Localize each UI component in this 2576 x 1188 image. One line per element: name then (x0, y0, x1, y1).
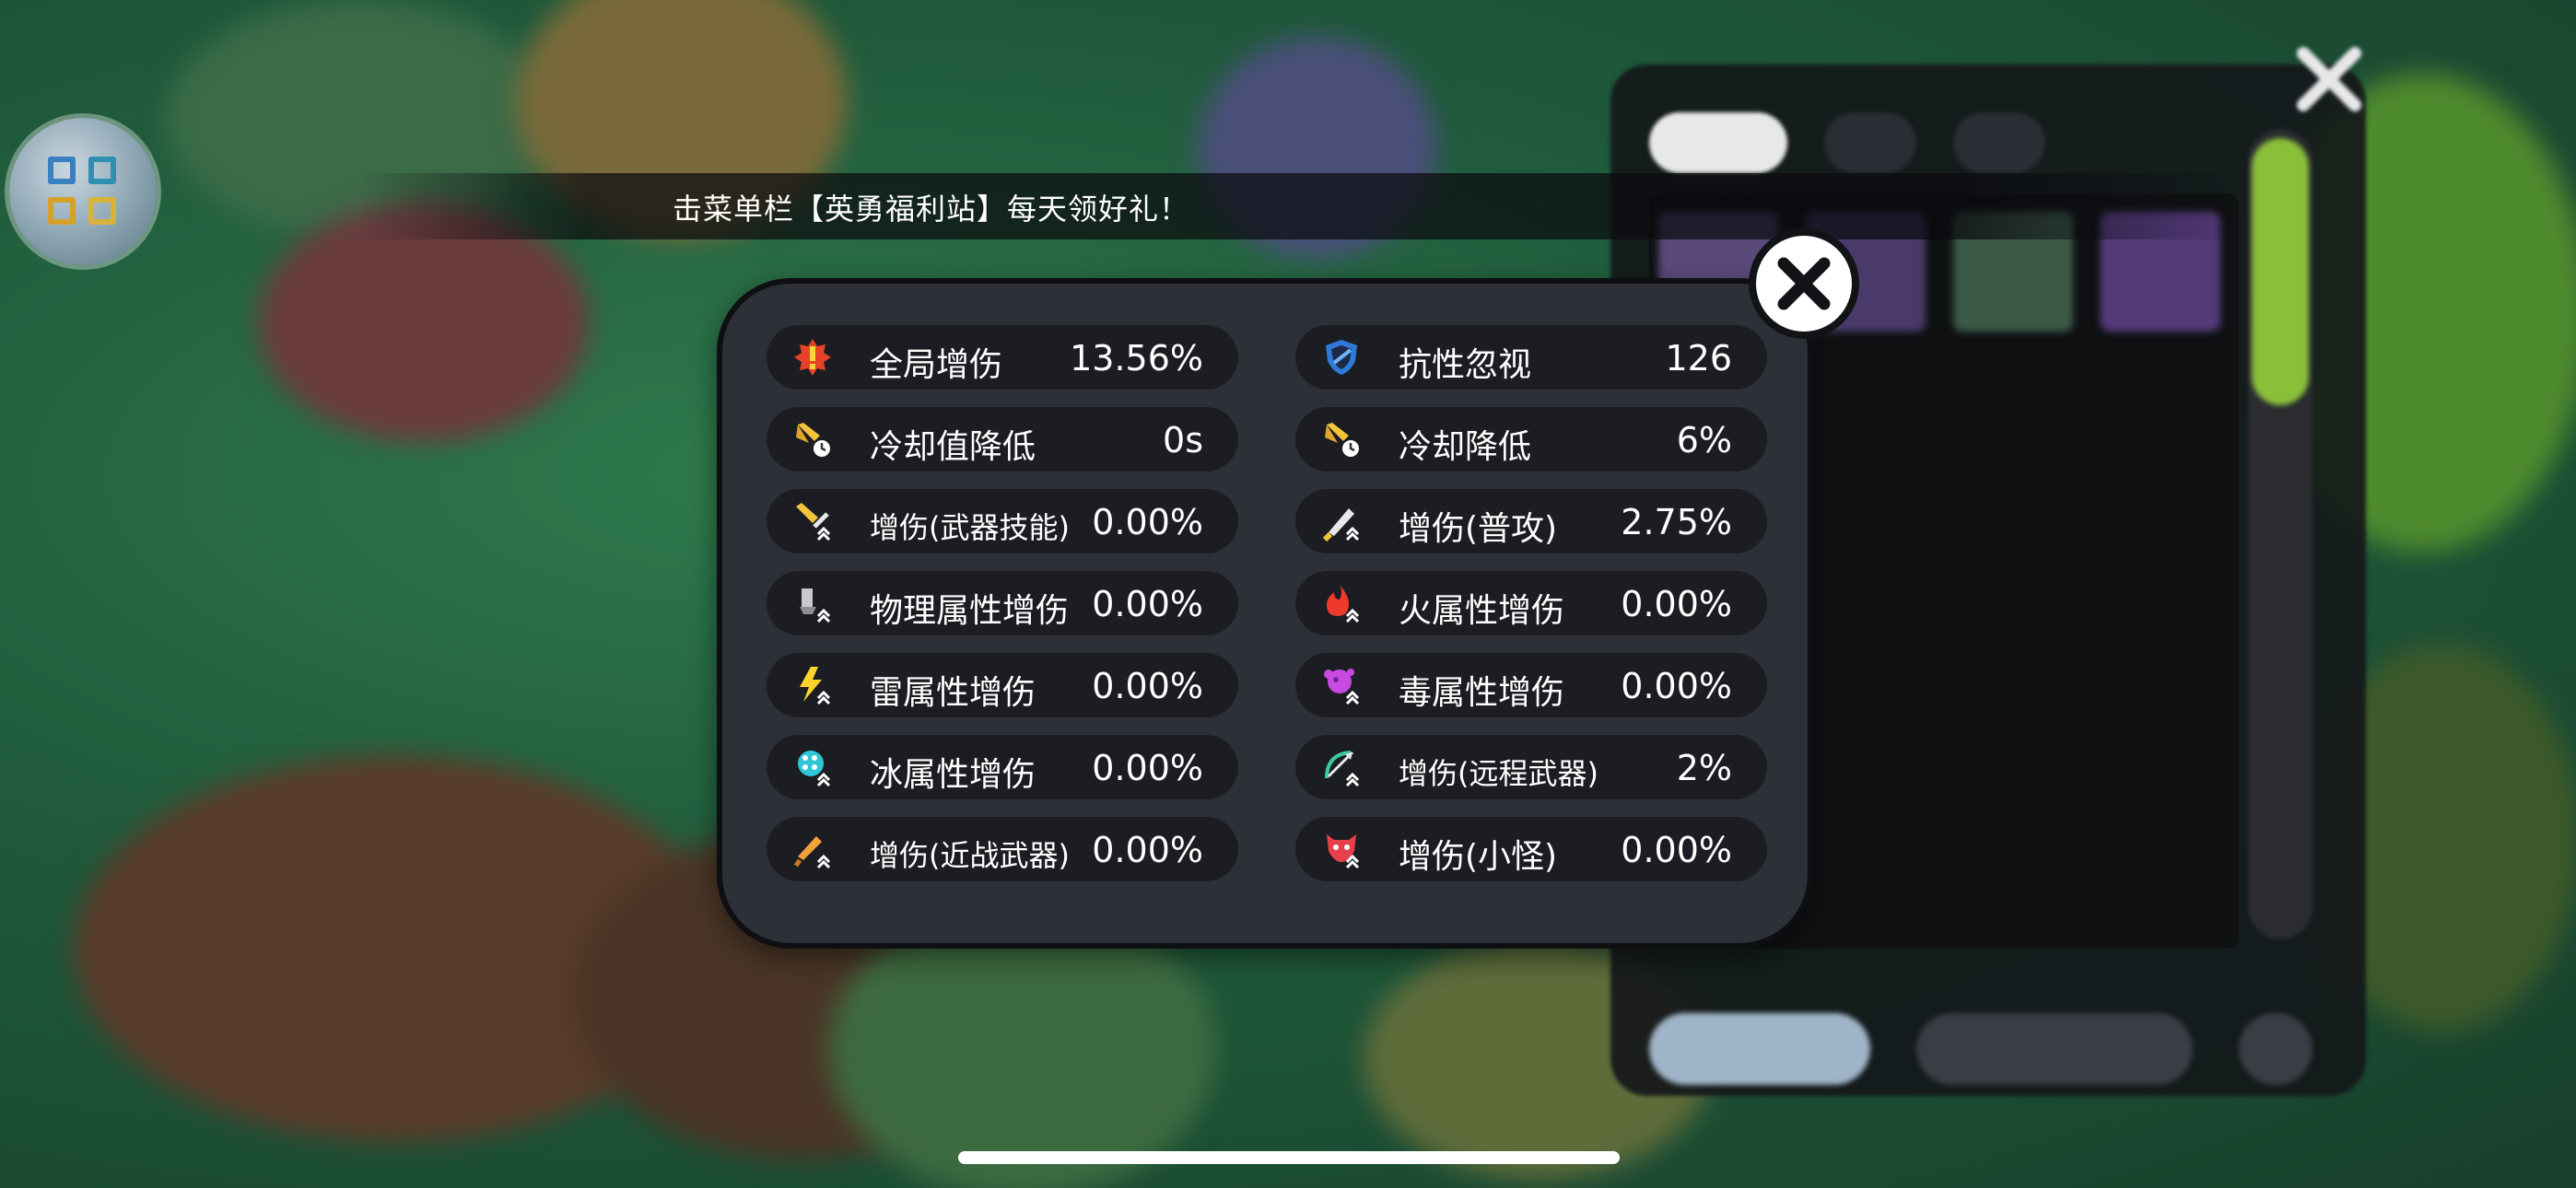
panel-close-icon[interactable] (2283, 33, 2375, 125)
stat-row: 增伤(远程武器) 2% (1295, 735, 1767, 799)
stat-row: 雷属性增伤 0.00% (767, 653, 1238, 717)
stat-value: 0s (1163, 420, 1203, 460)
stat-label: 增伤(小怪) (1399, 838, 1558, 876)
stat-label: 冰属性增伤 (870, 756, 1036, 794)
stat-label: 全局增伤 (870, 346, 1003, 384)
stat-row: 冰属性增伤 0.00% (767, 735, 1238, 799)
stat-value: 0.00% (1092, 502, 1203, 542)
stat-row: 冷却值降低 0s (767, 407, 1238, 472)
inventory-tabbar (1649, 101, 2239, 184)
stat-value: 0.00% (1092, 584, 1203, 624)
stat-row: 毒属性增伤 0.00% (1295, 653, 1767, 717)
stats-popup: 全局增伤 13.56% 冷却值降低 0s 增伤(武器技能) 0.00% 物理属性… (717, 278, 1813, 949)
poison-icon (1324, 669, 1360, 705)
stat-row: 抗性忽视 126 (1295, 325, 1767, 390)
stat-row: 增伤(近战武器) 0.00% (767, 817, 1238, 881)
stat-label: 增伤(武器技能) (870, 510, 1070, 545)
ranged-icon (1325, 751, 1360, 787)
stat-label: 增伤(普攻) (1399, 510, 1558, 548)
stat-label: 冷却降低 (1399, 428, 1532, 466)
inventory-action-button[interactable] (1649, 1013, 1870, 1085)
stat-label: 雷属性增伤 (870, 674, 1036, 712)
normal-attack-icon (1322, 508, 1360, 542)
menu-grid-icon (48, 157, 118, 227)
stat-label: 增伤(远程武器) (1399, 756, 1598, 791)
lightning-icon (800, 667, 831, 705)
physical-icon (800, 588, 831, 623)
inventory-action-button[interactable] (1916, 1013, 2193, 1085)
stat-label: 冷却值降低 (870, 428, 1036, 466)
announcement-banner: 击菜单栏【英勇福利站】每天领好礼！ (359, 173, 2248, 239)
inventory-scroll-thumb[interactable] (2252, 138, 2309, 405)
stat-row: 增伤(武器技能) 0.00% (767, 489, 1238, 553)
stat-row: 全局增伤 13.56% (767, 325, 1238, 390)
stat-label: 物理属性增伤 (870, 592, 1070, 630)
inventory-tab[interactable] (1824, 112, 1916, 173)
inventory-action-button[interactable] (2239, 1013, 2313, 1085)
stat-label: 增伤(近战武器) (870, 838, 1070, 873)
stat-label: 火属性增伤 (1399, 592, 1565, 630)
stat-row: 物理属性增伤 0.00% (767, 571, 1238, 635)
close-icon (1777, 257, 1831, 310)
ice-icon (798, 751, 831, 787)
inventory-tab[interactable] (1953, 112, 2045, 173)
stat-value: 0.00% (1621, 666, 1732, 706)
stat-value: 126 (1665, 338, 1732, 379)
fire-icon (1327, 585, 1360, 623)
stat-value: 13.56% (1070, 338, 1203, 379)
stat-value: 2% (1676, 748, 1732, 788)
stat-value: 0.00% (1092, 830, 1203, 870)
stat-label: 毒属性增伤 (1399, 674, 1565, 712)
minion-icon (1327, 834, 1360, 869)
stat-value: 0.00% (1092, 666, 1203, 706)
inventory-tab[interactable] (1649, 112, 1787, 173)
stat-label: 抗性忽视 (1399, 346, 1532, 384)
stat-value: 0.00% (1092, 748, 1203, 788)
stat-value: 6% (1676, 420, 1732, 460)
weapon-skill-icon (796, 503, 831, 542)
main-menu-button[interactable] (9, 118, 157, 265)
popup-close-button[interactable] (1749, 228, 1859, 339)
stat-value: 2.75% (1621, 502, 1732, 542)
cooldown-icon (1325, 423, 1359, 457)
shield-icon (1326, 340, 1357, 375)
stat-row: 火属性增伤 0.00% (1295, 571, 1767, 635)
stat-row: 冷却降低 6% (1295, 407, 1767, 472)
home-indicator[interactable] (958, 1151, 1620, 1164)
melee-icon (793, 836, 831, 869)
stat-row: 增伤(普攻) 2.75% (1295, 489, 1767, 553)
announcement-text: 击菜单栏【英勇福利站】每天领好礼！ (673, 192, 1190, 227)
cooldown-value-icon (796, 423, 830, 457)
stat-value: 0.00% (1621, 830, 1732, 870)
damage-up-icon (794, 339, 831, 376)
stat-value: 0.00% (1621, 584, 1732, 624)
stat-row: 增伤(小怪) 0.00% (1295, 817, 1767, 881)
